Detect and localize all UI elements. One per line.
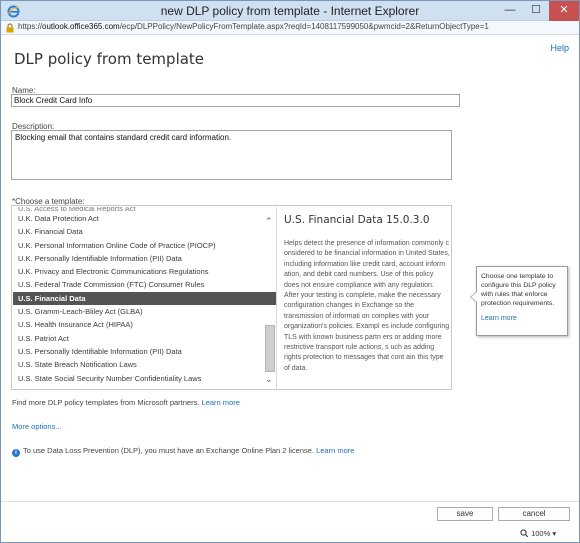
template-item-selected[interactable]: U.S. Financial Data — [13, 291, 276, 306]
minimize-button[interactable]: — — [497, 1, 523, 21]
find-more-templates: Find more DLP policy templates from Micr… — [12, 398, 240, 407]
find-more-learn-more-link[interactable]: Learn more — [202, 398, 240, 407]
tooltip-learn-more-link[interactable]: Learn more — [481, 314, 563, 323]
window-title: new DLP policy from template - Internet … — [160, 4, 420, 18]
zoom-level: 100% — [531, 529, 551, 538]
license-learn-more-link[interactable]: Learn more — [316, 446, 354, 455]
scroll-up-arrow-icon[interactable]: ⌃ — [265, 216, 273, 227]
template-item[interactable]: U.K. Personal Information Online Code of… — [13, 239, 276, 252]
more-options-link[interactable]: More options... — [12, 422, 62, 431]
info-icon: i — [12, 449, 20, 457]
template-detail-pane: U.S. Financial Data 15.0.3.0 Helps detec… — [284, 214, 450, 386]
template-item[interactable]: U.K. Personally Identifiable Information… — [13, 252, 276, 265]
address-bar[interactable]: https://outlook.office365.com/ecp/DLPPol… — [1, 21, 579, 35]
template-item[interactable]: U.S. Patriot Act — [13, 332, 276, 345]
template-item[interactable]: U.S. Health Insurance Act (HIPAA) — [13, 318, 276, 331]
footer-divider — [1, 501, 579, 502]
tooltip-arrow — [470, 291, 477, 303]
zoom-control[interactable]: 100% ▾ — [520, 529, 556, 538]
close-button[interactable]: ✕ — [549, 1, 579, 21]
cancel-button[interactable]: cancel — [498, 507, 570, 521]
url-host: outlook.office365.com — [42, 22, 120, 31]
zoom-icon — [520, 529, 529, 538]
url-text[interactable]: https://outlook.office365.com/ecp/DLPPol… — [18, 22, 489, 31]
find-more-text: Find more DLP policy templates from Micr… — [12, 398, 200, 407]
help-tooltip: Choose one template to configure this DL… — [470, 266, 568, 336]
template-item[interactable]: U.K. Privacy and Electronic Communicatio… — [13, 265, 276, 278]
help-link[interactable]: Help — [550, 43, 569, 53]
license-info: i To use Data Loss Prevention (DLP), you … — [12, 446, 354, 457]
scroll-down-arrow-icon[interactable]: ⌄ — [265, 374, 273, 385]
zoom-dropdown-icon[interactable]: ▾ — [552, 529, 556, 538]
template-item[interactable]: U.S. Gramm-Leach-Bliley Act (GLBA) — [13, 305, 276, 318]
url-path: /ecp/DLPPolicy/NewPolicyFromTemplate.asp… — [119, 22, 489, 31]
scroll-thumb[interactable] — [265, 325, 275, 372]
template-picker: U.S. Access to Medical Reports Act U.K. D… — [11, 205, 452, 390]
save-button[interactable]: save — [437, 507, 493, 521]
template-detail-title: U.S. Financial Data 15.0.3.0 — [284, 214, 430, 226]
template-list-scrollbar[interactable]: ⌃ ⌄ — [264, 214, 276, 388]
lock-icon — [6, 23, 14, 33]
template-item[interactable]: U.K. Data Protection Act — [13, 212, 276, 225]
template-item[interactable]: U.S. State Breach Notification Laws — [13, 358, 276, 371]
name-input[interactable] — [11, 94, 460, 107]
template-item[interactable]: U.S. Personally Identifiable Information… — [13, 345, 276, 358]
template-item[interactable]: U.S. Federal Trade Commission (FTC) Cons… — [13, 278, 276, 291]
description-input[interactable]: Blocking email that contains standard cr… — [11, 130, 452, 180]
url-prefix: https:// — [18, 22, 43, 31]
title-bar: new DLP policy from template - Internet … — [1, 1, 579, 21]
template-item[interactable]: U.K. Financial Data — [13, 225, 276, 238]
tooltip-text: Choose one template to configure this DL… — [481, 273, 556, 307]
template-list[interactable]: U.S. Access to Medical Reports Act U.K. D… — [13, 207, 277, 390]
browser-window: new DLP policy from template - Internet … — [0, 0, 580, 543]
license-info-text: To use Data Loss Prevention (DLP), you m… — [23, 446, 314, 455]
page-title: DLP policy from template — [14, 50, 205, 68]
template-item[interactable]: U.S. State Social Security Number Confid… — [13, 372, 276, 385]
template-detail-description: Helps detect the presence of information… — [284, 240, 450, 372]
maximize-button[interactable]: ☐ — [523, 1, 549, 21]
